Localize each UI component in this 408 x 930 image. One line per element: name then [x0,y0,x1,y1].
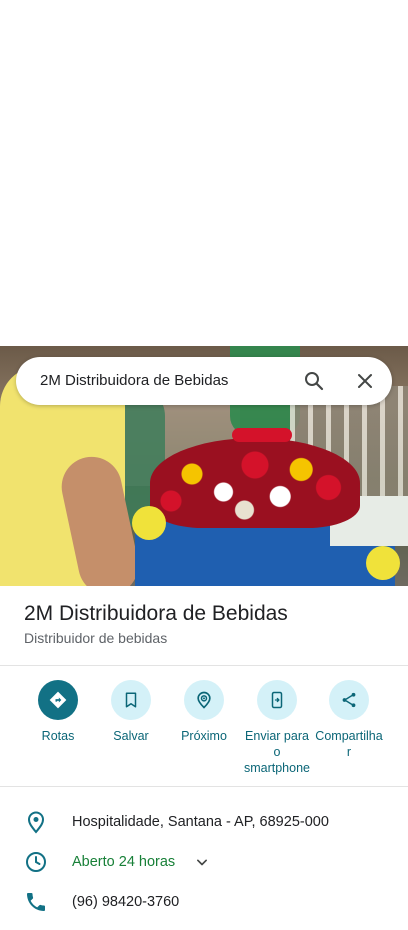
share-label: Compartilha r [307,728,391,760]
hours-text: Aberto 24 horas [72,854,176,870]
search-bar[interactable]: 2M Distribuidora de Bebidas [16,357,392,405]
photo-ribbon [232,428,292,442]
nearby-label: Próximo [181,729,227,743]
phone-icon [24,890,48,914]
bookmark-icon [111,680,151,720]
location-pin-icon [24,810,48,834]
place-category: Distribuidor de bebidas [24,630,168,646]
nearby-button[interactable]: Próximo [162,680,246,744]
label-line: Enviar para [245,729,309,743]
search-icon[interactable] [302,369,326,393]
clock-icon [24,850,48,874]
send-to-phone-icon [257,680,297,720]
place-title: 2M Distribuidora de Bebidas [24,602,288,625]
save-button[interactable]: Salvar [89,680,173,744]
save-label: Salvar [113,729,149,743]
directions-label: Rotas [41,729,75,743]
hours-row[interactable]: Aberto 24 horas [0,847,408,877]
divider [0,786,408,787]
label-line: smartphone [243,761,310,775]
photo-balloon [132,506,166,540]
label-line: o [273,745,281,759]
directions-button[interactable]: Rotas [16,680,100,744]
photo-balloon [366,546,400,580]
search-query[interactable]: 2M Distribuidora de Bebidas [40,357,228,405]
divider [0,665,408,666]
label-line: r [346,745,352,759]
close-icon[interactable] [353,369,377,393]
photo-flower-arrangement [150,438,360,528]
share-icon [329,680,369,720]
blank-area [0,0,408,346]
nearby-icon [184,680,224,720]
chevron-down-icon[interactable] [192,852,212,872]
label-line: Compartilha [315,729,383,743]
share-button[interactable]: Compartilha r [307,680,391,760]
directions-icon [38,680,78,720]
address-text: Hospitalidade, Santana - AP, 68925-000 [72,814,329,830]
address-row[interactable]: Hospitalidade, Santana - AP, 68925-000 [0,807,408,837]
phone-text: (96) 98420-3760 [72,894,180,910]
phone-row[interactable]: (96) 98420-3760 [0,887,408,917]
